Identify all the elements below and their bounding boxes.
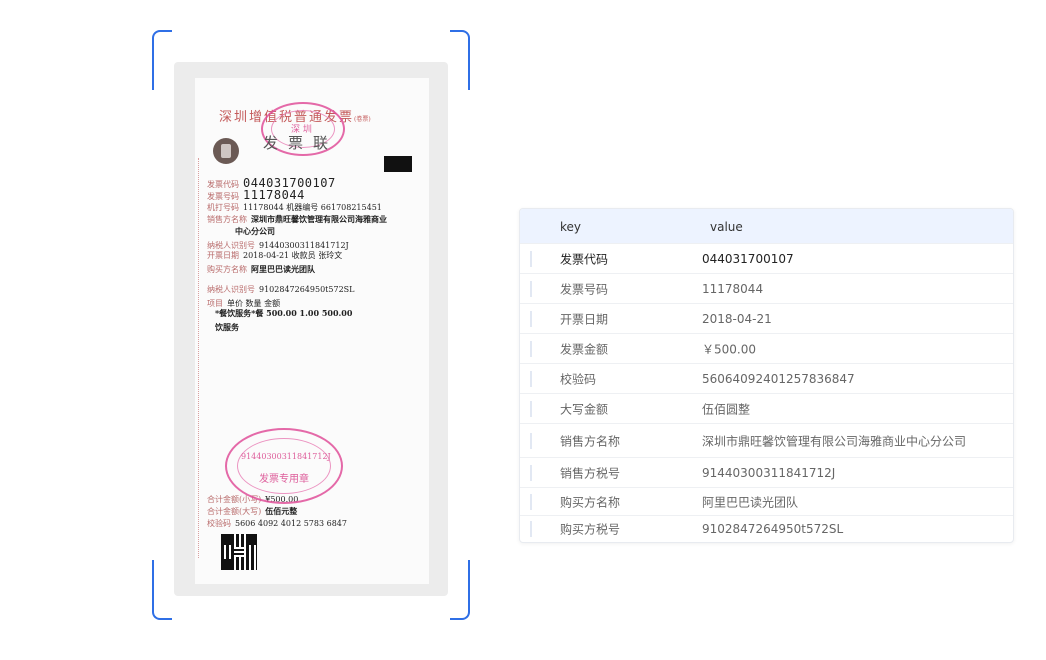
row-value: ￥500.00 xyxy=(702,342,756,356)
row-key: 购买方税号 xyxy=(560,522,621,536)
receipt-field-value: *餐饮服务*餐 500.00 1.00 500.00 xyxy=(215,308,353,318)
redacted-block xyxy=(384,156,412,172)
receipt-field-value: 单价 数量 金额 xyxy=(227,299,281,308)
receipt-field-value: 11178044 机器编号 661708215451 xyxy=(243,203,382,212)
receipt-field: 中心分公司 xyxy=(235,226,275,237)
table-row[interactable]: 销售方名称 深圳市鼎旺馨饮管理有限公司海雅商业中心分公司 xyxy=(520,423,1013,457)
header-value: value xyxy=(710,220,743,234)
receipt-field: *餐饮服务*餐 500.00 1.00 500.00 xyxy=(215,308,352,319)
row-key: 开票日期 xyxy=(560,312,609,326)
table-body: 发票代码 044031700107 发票号码 11178044 开票日期 2018-04-… xyxy=(520,243,1013,541)
row-key: 购买方名称 xyxy=(560,495,621,509)
receipt-field-label: 纳税人识别号 xyxy=(207,285,255,294)
receipt-field-label: 发票号码 xyxy=(207,192,239,201)
receipt-field-label: 合计金额(大写) xyxy=(207,507,262,516)
scan-corner-top-left xyxy=(152,30,172,90)
row-key: 发票号码 xyxy=(560,282,609,296)
invoice-seal-stamp: 91440300311841712J 发票专用章 xyxy=(225,428,343,504)
row-key: 销售方名称 xyxy=(560,434,621,448)
receipt-field-value: 5606 4092 4012 5783 6847 xyxy=(235,519,347,528)
receipt-field: 销售方名称 深圳市鼎旺馨饮管理有限公司海雅商业 xyxy=(207,214,387,225)
receipt-field: 机打号码 11178044 机器编号 661708215451 xyxy=(207,202,382,213)
scan-area: 深圳增值税普通发票(卷票) 深 圳 发票联 发票代码 044031700107 发票… xyxy=(152,30,470,620)
receipt-field: 发票号码 11178044 xyxy=(207,188,305,202)
tax-emblem-icon xyxy=(213,138,239,164)
receipt-field: 校验码 5606 4092 4012 5783 6847 xyxy=(207,518,347,529)
receipt-field-label: 纳税人识别号 xyxy=(207,241,255,250)
receipt-field-value: 91440300311841712J xyxy=(259,241,349,250)
receipt-field-label: 项目 xyxy=(207,299,223,308)
table-row[interactable]: 发票代码 044031700107 xyxy=(520,243,1013,273)
row-key: 发票代码 xyxy=(560,252,609,266)
table-row[interactable]: 购买方税号 9102847264950t572SL xyxy=(520,515,1013,541)
table-header: key value xyxy=(520,209,1013,243)
row-value: 阿里巴巴读光团队 xyxy=(702,495,799,509)
row-key: 校验码 xyxy=(560,372,597,386)
receipt-field-value: 9102847264950t572SL xyxy=(259,285,355,294)
row-value: 044031700107 xyxy=(702,251,794,266)
invoice-image: 深圳增值税普通发票(卷票) 深 圳 发票联 发票代码 044031700107 发票… xyxy=(195,78,429,584)
table-row[interactable]: 开票日期 2018-04-21 xyxy=(520,303,1013,333)
receipt-field: 购买方名称 阿里巴巴读光团队 xyxy=(207,264,315,275)
scan-corner-bottom-right xyxy=(450,560,470,620)
receipt-field-value: 阿里巴巴读光团队 xyxy=(251,264,315,274)
row-key: 销售方税号 xyxy=(560,466,621,480)
row-value: 56064092401257836847 xyxy=(702,371,855,386)
receipt-field-label: 开票日期 xyxy=(207,251,239,260)
row-value: 深圳市鼎旺馨饮管理有限公司海雅商业中心分公司 xyxy=(702,434,967,448)
row-value: 伍佰圆整 xyxy=(702,402,751,416)
row-key: 大写金额 xyxy=(560,402,609,416)
receipt-field-label: 购买方名称 xyxy=(207,265,247,274)
row-value: 2018-04-21 xyxy=(702,311,772,326)
receipt-field: 开票日期 2018-04-21 收款员 张玲文 xyxy=(207,250,342,261)
receipt-field-value: 深圳市鼎旺馨饮管理有限公司海雅商业 xyxy=(251,214,387,224)
row-value: 91440300311841712J xyxy=(702,465,836,480)
receipt-field-value: 伍佰元整 xyxy=(265,506,298,516)
receipt-field-value: 中心分公司 xyxy=(235,226,275,236)
receipt-field: 纳税人识别号 9102847264950t572SL xyxy=(207,284,354,295)
row-value: 11178044 xyxy=(702,281,764,296)
receipt-field-value: 2018-04-21 收款员 张玲文 xyxy=(243,251,343,260)
table-row[interactable]: 发票号码 11178044 xyxy=(520,273,1013,303)
scan-corner-top-right xyxy=(450,30,470,90)
receipt-field: 饮服务 xyxy=(215,322,239,333)
table-row[interactable]: 销售方税号 91440300311841712J xyxy=(520,457,1013,487)
receipt-subtitle: 发票联 xyxy=(263,134,339,152)
receipt-perforation xyxy=(198,158,203,558)
receipt-field-label: 销售方名称 xyxy=(207,215,247,224)
scan-corner-bottom-left xyxy=(152,560,172,620)
receipt-field-label: 机打号码 xyxy=(207,203,239,212)
row-key: 发票金额 xyxy=(560,342,609,356)
qr-code xyxy=(221,534,257,570)
table-row[interactable]: 大写金额 伍佰圆整 xyxy=(520,393,1013,423)
receipt-field-value: 11178044 xyxy=(243,188,305,202)
table-row[interactable]: 购买方名称 阿里巴巴读光团队 xyxy=(520,487,1013,515)
table-row[interactable]: 校验码 56064092401257836847 xyxy=(520,363,1013,393)
receipt-field-value: 饮服务 xyxy=(215,322,239,332)
recognition-result-table: key value 发票代码 044031700107 发票号码 11178044 开票… xyxy=(519,208,1014,543)
table-row[interactable]: 发票金额 ￥500.00 xyxy=(520,333,1013,363)
row-value: 9102847264950t572SL xyxy=(702,521,844,536)
receipt-field: 合计金额(大写) 伍佰元整 xyxy=(207,506,297,517)
receipt-field-label: 校验码 xyxy=(207,519,231,528)
document-preview-frame: 深圳增值税普通发票(卷票) 深 圳 发票联 发票代码 044031700107 发票… xyxy=(174,62,448,596)
header-key: key xyxy=(560,220,582,234)
